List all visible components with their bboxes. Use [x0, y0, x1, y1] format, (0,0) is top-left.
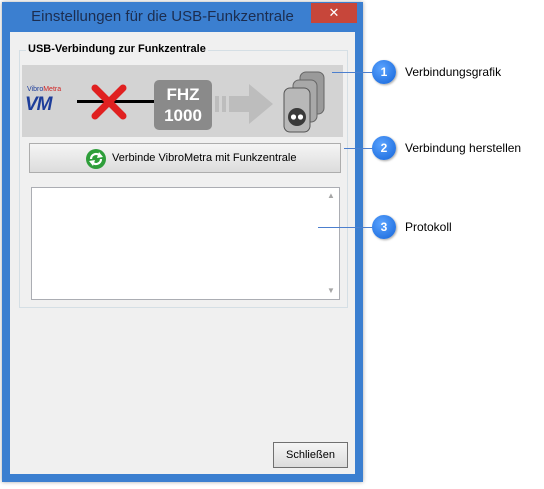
- protocol-log[interactable]: ▲ ▼: [31, 187, 340, 300]
- window-client-area: USB-Verbindung zur Funkzentrale VibroMet…: [10, 32, 355, 474]
- callout-label-3: Protokoll: [405, 220, 452, 234]
- callout-label-2: Verbindung herstellen: [405, 141, 522, 155]
- logo-vm: VM: [25, 94, 52, 115]
- logo-text-vibro: Vibro: [27, 86, 44, 93]
- title-bar[interactable]: Einstellungen für die USB-Funkzentrale ✕: [2, 2, 363, 32]
- device-line2: 1000: [164, 106, 202, 125]
- callout-line-3: [318, 227, 373, 228]
- log-scrollbar[interactable]: ▲ ▼: [323, 188, 339, 299]
- window-close-button[interactable]: ✕: [311, 3, 357, 23]
- arrow-right-icon: [215, 84, 273, 124]
- window-title: Einstellungen für die USB-Funkzentrale: [31, 8, 294, 25]
- callout-line-1: [332, 72, 373, 73]
- scroll-up-icon[interactable]: ▲: [323, 189, 339, 203]
- callout-label-1: Verbindungsgrafik: [405, 65, 502, 79]
- connect-button-label: Verbinde VibroMetra mit Funkzentrale: [112, 152, 297, 164]
- connection-graphic: VibroMetra VM FHZ 1000: [22, 65, 343, 137]
- connect-button[interactable]: Verbinde VibroMetra mit Funkzentrale: [29, 143, 341, 173]
- close-button[interactable]: Schließen: [273, 442, 348, 468]
- usb-stick-icon: [283, 71, 325, 133]
- vibrometra-logo: VibroMetra VM: [25, 86, 80, 115]
- callout-badge-3: 3: [372, 215, 396, 239]
- callout-badge-2: 2: [372, 136, 396, 160]
- callout-line-2: [344, 148, 373, 149]
- connection-failed-icon: [91, 84, 127, 120]
- callout-badge-1: 1: [372, 60, 396, 84]
- settings-window: Einstellungen für die USB-Funkzentrale ✕…: [2, 2, 363, 482]
- scroll-down-icon[interactable]: ▼: [323, 284, 339, 298]
- logo-text-metra: Metra: [43, 86, 62, 93]
- refresh-icon: [86, 149, 106, 169]
- fhz-device-box: FHZ 1000: [154, 80, 212, 130]
- device-line1: FHZ: [166, 85, 200, 104]
- group-label: USB-Verbindung zur Funkzentrale: [26, 43, 208, 55]
